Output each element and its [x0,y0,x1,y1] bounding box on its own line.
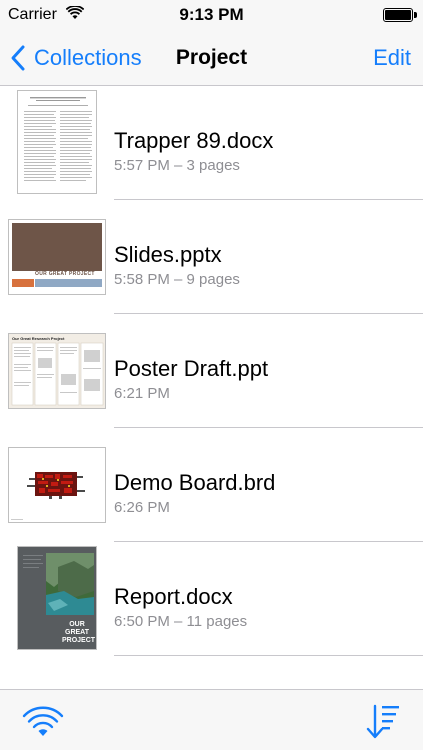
file-name: Poster Draft.ppt [114,356,269,381]
bottom-toolbar [0,689,423,750]
chevron-left-icon [11,45,25,71]
file-meta: 6:50 PM – 11 pages [114,613,248,630]
board-preview [9,448,105,522]
file-name: Report.docx [114,584,233,609]
slide-info-bar [35,279,102,287]
document-thumbnail [17,90,97,194]
poster-preview [11,342,104,406]
poster-thumbnail: Our Great Research Project [8,333,106,409]
report-thumbnail: OUR GREAT PROJECT [17,546,97,650]
file-row[interactable]: Trapper 89.docx 5:57 PM – 3 pages [0,86,423,200]
clock: 9:13 PM [179,5,244,24]
file-row[interactable]: OUR GREAT PROJECT Report.docx 6:50 PM – … [0,542,423,656]
file-name: Trapper 89.docx [114,128,274,153]
file-row[interactable]: Demo Board.brd 6:26 PM [0,428,423,542]
edit-button[interactable]: Edit [373,30,411,86]
file-meta: 6:21 PM [114,385,170,402]
navigation-bar: Collections Project Edit [0,30,423,86]
file-meta: 6:26 PM [114,499,170,516]
slide-accent-bar [12,279,34,287]
file-name: Slides.pptx [114,242,222,267]
wifi-share-icon[interactable] [20,702,66,740]
file-name: Demo Board.brd [114,470,276,495]
document-preview [18,91,96,193]
presentation-thumbnail: OUR GREAT PROJECT [8,219,106,295]
file-meta: 5:58 PM – 9 pages [114,271,240,288]
circuit-board-thumbnail [8,447,106,523]
file-meta: 5:57 PM – 3 pages [114,157,240,174]
file-list: Trapper 89.docx 5:57 PM – 3 pages OUR GR… [0,86,423,688]
back-button[interactable]: Collections [8,30,142,86]
status-bar: Carrier 9:13 PM [0,0,423,30]
back-button-label: Collections [34,45,142,70]
battery-icon [383,8,417,22]
slide-caption: OUR GREAT PROJECT [35,271,95,277]
sort-icon[interactable] [363,702,403,742]
file-row[interactable]: Our Great Research Project Poster Draft.… [0,314,423,428]
report-caption: OUR GREAT PROJECT [62,621,96,644]
slide-background [12,223,102,271]
file-row[interactable]: OUR GREAT PROJECT Slides.pptx 5:58 PM – … [0,200,423,314]
